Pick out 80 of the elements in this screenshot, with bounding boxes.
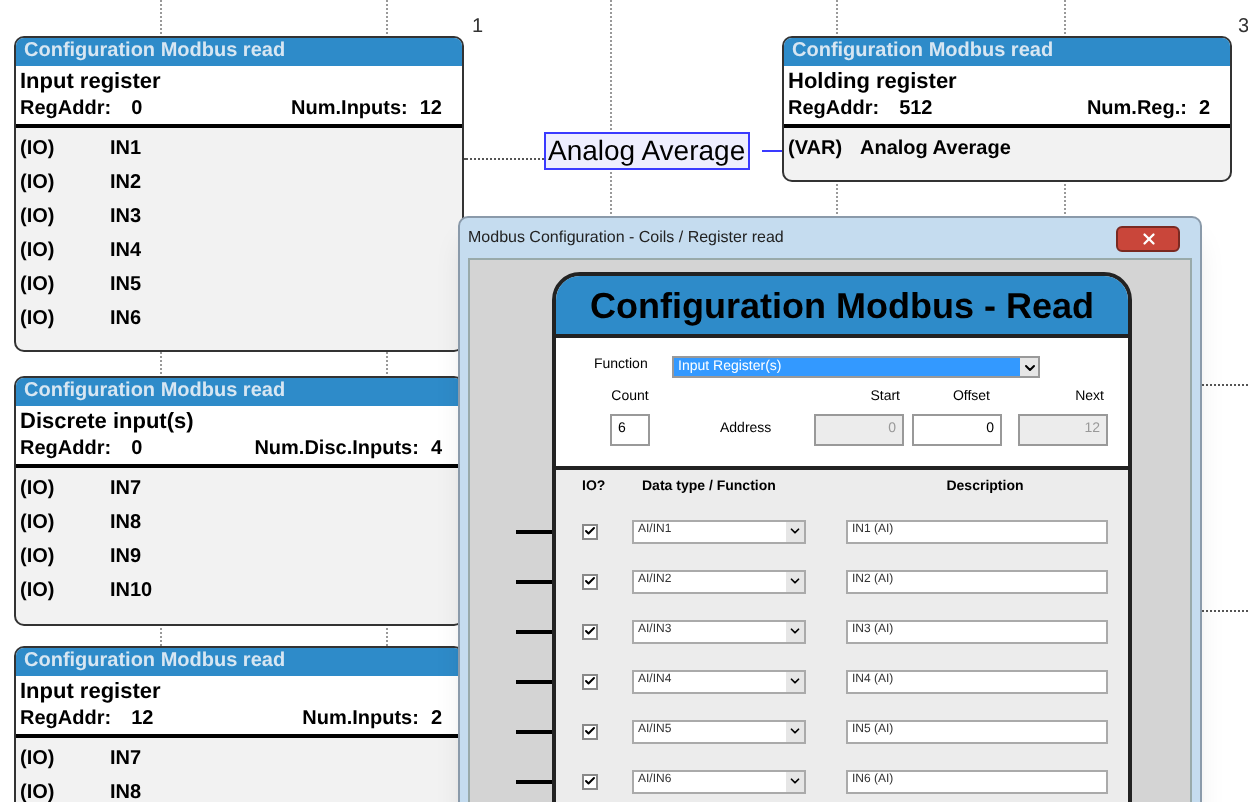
connector-line — [762, 150, 782, 152]
block-header: Configuration Modbus read — [16, 38, 462, 66]
row-name: IN5 — [110, 272, 142, 300]
register-type: Holding register — [788, 67, 957, 98]
reg-addr-label: RegAddr: — [788, 96, 880, 124]
row-prefix: (IO) — [20, 510, 57, 538]
page-number: 1 — [472, 14, 484, 42]
panel-header: Configuration Modbus - Read — [556, 276, 1128, 338]
row-name: IN3 — [110, 204, 142, 232]
connector-stub — [516, 780, 552, 784]
dialog-title: Modbus Configuration - Coils / Register read — [468, 226, 784, 250]
modbus-read-block[interactable]: Configuration Modbus read Input register RegAddr: 12 Num.Inputs: 2 (IO) IN7 (IO) IN8 — [14, 646, 464, 802]
io-checkbox[interactable] — [582, 673, 598, 689]
row-prefix: (IO) — [20, 238, 57, 266]
count-label: Num.Inputs: — [302, 706, 419, 734]
count-label: Num.Inputs: — [291, 96, 408, 124]
io-checkbox[interactable] — [582, 573, 598, 589]
row-name: IN2 — [110, 170, 142, 198]
row-prefix: (IO) — [20, 578, 57, 606]
check-icon — [584, 674, 596, 688]
page-number: 3 — [1238, 14, 1248, 42]
modbus-read-block[interactable]: Configuration Modbus read Holding register RegAddr: 512 Num.Reg.: 2 (VAR) Analog Average — [782, 36, 1232, 182]
reg-addr-label: RegAddr: — [20, 436, 112, 464]
block-header: Configuration Modbus read — [784, 38, 1230, 66]
row-name: IN1 — [110, 136, 142, 164]
row-prefix: (IO) — [20, 780, 57, 802]
row-name: IN9 — [110, 544, 142, 572]
row-prefix: (IO) — [20, 136, 57, 164]
row-name: IN8 — [110, 780, 142, 802]
row-prefix: (IO) — [20, 544, 57, 572]
close-icon — [1139, 229, 1157, 247]
count-label: Num.Reg.: — [1086, 96, 1187, 124]
reg-addr-value: 0 — [131, 96, 143, 124]
count-value: 12 — [419, 96, 442, 124]
check-icon — [584, 624, 596, 638]
io-checkbox[interactable] — [582, 723, 598, 739]
connector-stub — [516, 680, 552, 684]
row-prefix: (IO) — [20, 476, 57, 504]
row-name: IN4 — [110, 238, 142, 266]
row-prefix: (IO) — [20, 746, 57, 774]
row-name: Analog Average — [860, 136, 1011, 164]
register-type: Input register — [20, 677, 161, 708]
row-prefix: (VAR) — [788, 136, 845, 164]
check-icon — [584, 774, 596, 788]
row-prefix: (IO) — [20, 306, 57, 334]
connector-stub — [516, 730, 552, 734]
block-header: Configuration Modbus read — [16, 648, 462, 676]
count-value: 4 — [430, 436, 442, 464]
reg-addr-value: 0 — [131, 436, 143, 464]
connector-stub — [516, 580, 552, 584]
row-prefix: (IO) — [20, 170, 57, 198]
reg-addr-value: 512 — [899, 96, 933, 124]
count-label: Num.Disc.Inputs: — [254, 436, 419, 464]
row-prefix: (IO) — [20, 272, 57, 300]
reg-addr-label: RegAddr: — [20, 706, 112, 734]
check-icon — [584, 524, 596, 538]
variable-label[interactable]: Analog Average — [544, 132, 750, 170]
reg-addr-value: 12 — [131, 706, 154, 734]
block-header: Configuration Modbus read — [16, 378, 462, 406]
row-prefix: (IO) — [20, 204, 57, 232]
row-name: IN7 — [110, 476, 142, 504]
io-checkbox[interactable] — [582, 773, 598, 789]
io-checkbox[interactable] — [582, 623, 598, 639]
count-value: 2 — [430, 706, 442, 734]
check-icon — [584, 574, 596, 588]
count-value: 2 — [1198, 96, 1210, 124]
io-checkbox[interactable] — [582, 523, 598, 539]
row-name: IN10 — [110, 578, 153, 606]
row-name: IN6 — [110, 306, 142, 334]
modbus-read-block[interactable]: Configuration Modbus read Input register RegAddr: 0 Num.Inputs: 12 (IO) IN1 (IO) IN2 (IO) IN3 (IO) IN4 (IO) IN5 (IO) IN6 — [14, 36, 464, 352]
check-icon — [584, 724, 596, 738]
close-button[interactable] — [1116, 225, 1180, 251]
register-type: Discrete input(s) — [20, 407, 194, 438]
row-name: IN8 — [110, 510, 142, 538]
connector-stub — [516, 630, 552, 634]
register-type: Input register — [20, 67, 161, 98]
row-name: IN7 — [110, 746, 142, 774]
connector-stub — [516, 530, 552, 534]
modbus-read-block[interactable]: Configuration Modbus read Discrete input(s) RegAddr: 0 Num.Disc.Inputs: 4 (IO) IN7 (IO) IN8 (IO) IN9 (IO) IN10 — [14, 376, 464, 626]
reg-addr-label: RegAddr: — [20, 96, 112, 124]
